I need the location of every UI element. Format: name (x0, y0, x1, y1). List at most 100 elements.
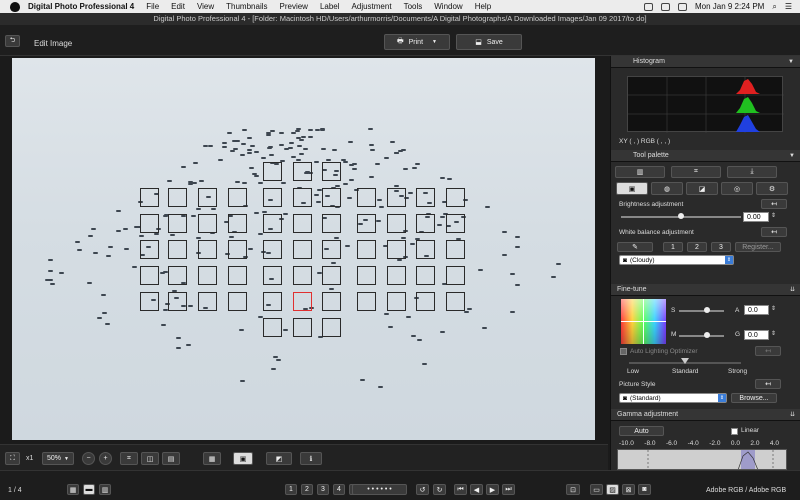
grid-button[interactable]: ▦ (203, 452, 221, 465)
export-tab[interactable]: ⤓ (727, 166, 777, 178)
stepper-icon[interactable]: ⇕ (771, 305, 776, 312)
m-slider-track[interactable] (679, 335, 724, 337)
prev-image-button[interactable]: ◀ (470, 484, 483, 495)
rating-4-button[interactable]: 4 (333, 484, 345, 495)
highlight-warning-button[interactable]: ◩ (266, 452, 292, 465)
alo-checkbox[interactable] (620, 348, 627, 355)
tone-tab[interactable]: ◪ (686, 182, 718, 195)
wb-preset-2[interactable]: 2 (687, 242, 707, 252)
bird-silhouette (281, 181, 287, 184)
tool-palette-toggle[interactable]: ⊡ (566, 484, 580, 495)
menu-edit[interactable]: Edit (171, 2, 185, 11)
zoom-ratio-label[interactable]: x1 (26, 455, 33, 462)
compare-view-button[interactable]: ◫ (141, 452, 159, 465)
brightness-reset-button[interactable]: ↤ (761, 199, 787, 209)
histogram-header[interactable]: Histogram ▼ (611, 56, 800, 68)
battery-icon[interactable] (677, 2, 687, 11)
tool-palette-header[interactable]: Tool palette ▼ (611, 150, 800, 162)
alo-reset-button[interactable]: ↤ (755, 346, 781, 356)
basic-adjust-tab[interactable]: ▥ (615, 166, 665, 178)
menu-tools[interactable]: Tools (404, 2, 423, 11)
rotate-right-button[interactable]: ↻ (433, 484, 446, 495)
menu-adjustment[interactable]: Adjustment (352, 2, 392, 11)
eyedropper-button[interactable]: ✎ (617, 242, 653, 252)
volume-icon[interactable] (660, 2, 670, 11)
menu-thumbnails[interactable]: Thumbnails (226, 2, 267, 11)
m-slider-thumb[interactable] (704, 332, 710, 338)
linear-checkbox[interactable] (731, 428, 738, 435)
g-value-field[interactable]: 0.0 (744, 330, 769, 340)
menu-list-icon[interactable]: ☰ (785, 2, 792, 11)
zoom-in-button[interactable]: + (99, 452, 112, 465)
chevron-down-icon[interactable]: ▼ (788, 59, 794, 65)
rating-3-button[interactable]: 3 (317, 484, 329, 495)
settings-tab[interactable]: ⚙ (756, 182, 788, 195)
color-tab[interactable]: ◍ (651, 182, 683, 195)
chevron-double-down-icon[interactable]: ⇊ (790, 286, 795, 293)
gamma-auto-button[interactable]: Auto (619, 426, 664, 436)
chevron-double-down-icon[interactable]: ⇊ (790, 411, 795, 418)
back-button[interactable]: ⮌ (5, 35, 20, 47)
wb-preset-1[interactable]: 1 (663, 242, 683, 252)
brightness-tab[interactable]: ▣ (616, 182, 648, 195)
info-button[interactable]: ℹ (300, 452, 322, 465)
rotate-left-button[interactable]: ↺ (416, 484, 429, 495)
menu-preview[interactable]: Preview (280, 2, 308, 11)
zoom-out-button[interactable]: − (82, 452, 95, 465)
picture-style-select[interactable]: ◙ (Standard) ⇕ (619, 393, 727, 403)
clock[interactable]: Mon Jan 9 2:24 PM (695, 2, 764, 11)
wb-select[interactable]: ◙ (Cloudy) ⇕ (619, 255, 734, 265)
thumbnail-grid-button[interactable]: ▦ (67, 484, 79, 495)
zoom-select[interactable]: 50% ▼ (42, 452, 74, 465)
menu-view[interactable]: View (197, 2, 214, 11)
next-image-button[interactable]: ▶ (486, 484, 499, 495)
register-button[interactable]: Register... (735, 242, 781, 252)
stepper-icon[interactable]: ⇕ (771, 330, 776, 337)
a-value-field[interactable]: 0.0 (744, 305, 769, 315)
menu-help[interactable]: Help (475, 2, 491, 11)
af-point-button[interactable]: ▣ (233, 452, 253, 465)
layout-1-button[interactable]: ▭ (590, 484, 603, 495)
apple-icon[interactable] (10, 1, 20, 12)
gamma-graph[interactable] (617, 449, 787, 470)
display-options-button[interactable]: ▤ (162, 452, 180, 465)
browse-button[interactable]: Browse... (731, 393, 777, 403)
single-view-button[interactable]: ▬ (83, 484, 95, 495)
menu-file[interactable]: File (146, 2, 159, 11)
chevron-down-icon[interactable]: ▼ (789, 153, 795, 159)
filmstrip-button[interactable]: ▥ (99, 484, 111, 495)
last-image-button[interactable]: ⏭ (502, 484, 515, 495)
alo-slider-thumb[interactable] (681, 358, 689, 364)
main-photo[interactable] (12, 58, 595, 440)
fit-screen-button[interactable]: ⛶ (5, 452, 20, 465)
gamma-header[interactable]: Gamma adjustment ⇊ (611, 409, 800, 421)
rating-2-button[interactable]: 2 (301, 484, 313, 495)
trim-tool-button[interactable]: ⌗ (120, 452, 138, 465)
camera-button[interactable]: ◙ (638, 484, 651, 495)
s-slider-track[interactable] (679, 310, 724, 312)
wb-preset-3[interactable]: 3 (711, 242, 731, 252)
chevron-down-icon[interactable]: ▼ (432, 39, 437, 45)
print-button[interactable]: 🖶 Print ▼ (384, 34, 450, 50)
brightness-value-field[interactable]: 0.00 (743, 212, 769, 222)
picture-style-reset-button[interactable]: ↤ (755, 379, 781, 389)
menu-window[interactable]: Window (434, 2, 462, 11)
layout-3-button[interactable]: ⊠ (622, 484, 635, 495)
wb-reset-button[interactable]: ↤ (761, 227, 787, 237)
first-image-button[interactable]: ⏮ (454, 484, 467, 495)
color-wheel-grid[interactable] (621, 299, 666, 344)
layout-2-button[interactable]: ▨ (606, 484, 619, 495)
crop-tab[interactable]: ⌗ (671, 166, 721, 178)
menu-label[interactable]: Label (320, 2, 340, 11)
s-slider-thumb[interactable] (704, 307, 710, 313)
save-button[interactable]: ⬓ Save (456, 34, 522, 50)
stepper-icon[interactable]: ⇕ (771, 212, 776, 219)
spotlight-icon[interactable]: ⌕ (772, 2, 776, 12)
finetune-header[interactable]: Fine-tune ⇊ (611, 284, 800, 296)
wifi-icon[interactable] (643, 2, 653, 11)
rating-1-button[interactable]: 1 (285, 484, 297, 495)
brightness-slider-thumb[interactable] (678, 213, 684, 219)
app-name-menu[interactable]: Digital Photo Professional 4 (28, 2, 134, 11)
lens-tab[interactable]: ◎ (721, 182, 753, 195)
star-rating-control[interactable]: • • • • • • (352, 484, 407, 495)
